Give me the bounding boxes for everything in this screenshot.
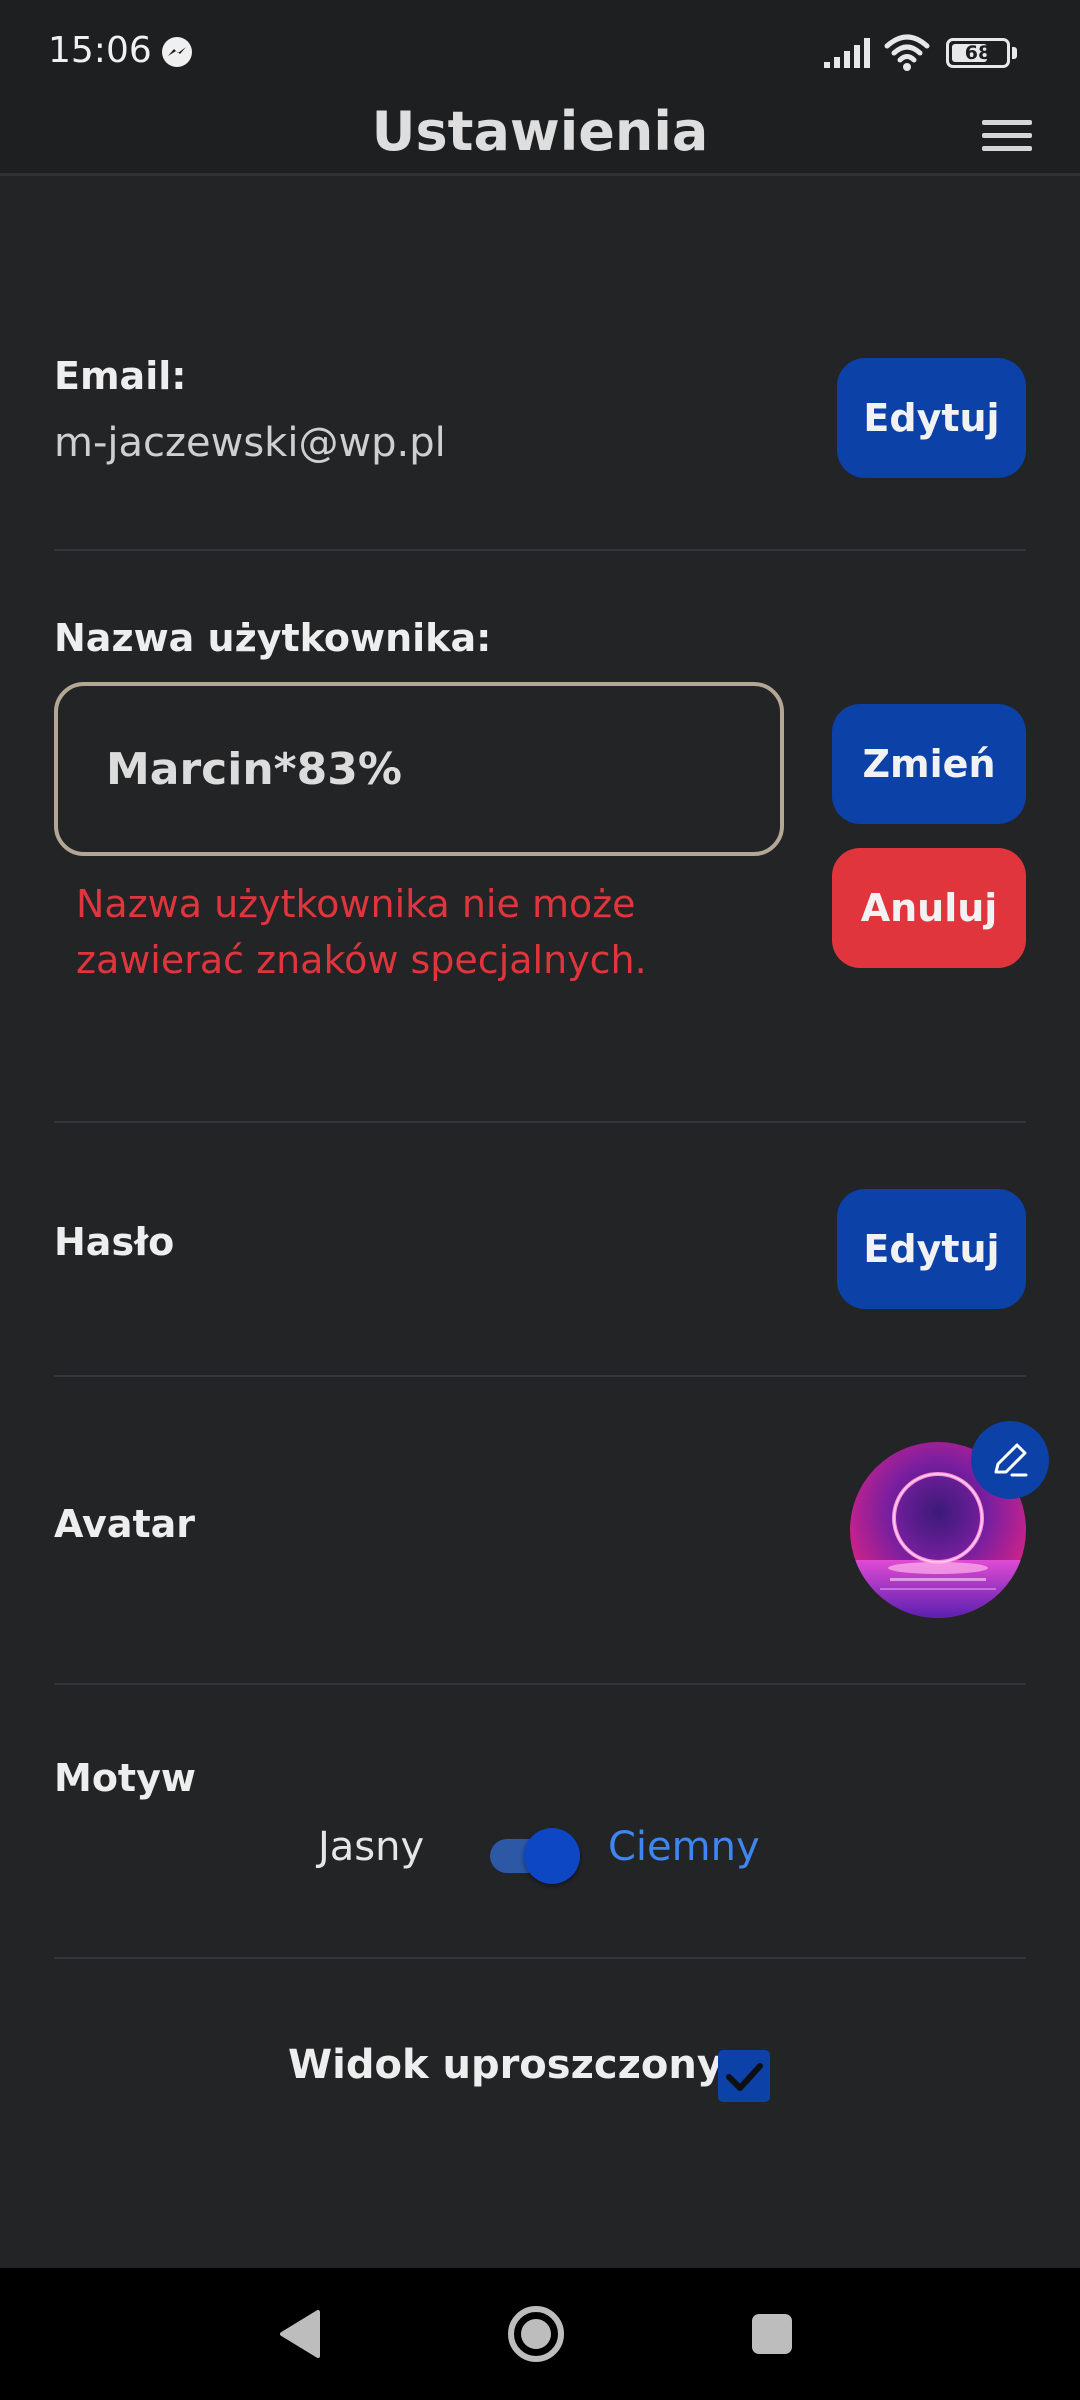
divider (54, 1121, 1026, 1123)
settings-screen: 15:06 68 Ustawienia Email: m-jaczewski@w… (0, 0, 1080, 2400)
signal-icon (824, 38, 870, 68)
avatar-edit-button[interactable] (971, 1421, 1049, 1499)
username-label: Nazwa użytkownika: (54, 616, 492, 660)
username-change-button[interactable]: Zmień (832, 704, 1026, 824)
back-icon[interactable] (276, 2308, 324, 2360)
app-header: Ustawienia (0, 100, 1080, 176)
status-bar: 15:06 68 (0, 0, 1080, 108)
toggle-thumb (524, 1828, 580, 1884)
theme-toggle[interactable] (486, 1826, 580, 1886)
simplified-view-checkbox[interactable] (718, 2050, 770, 2102)
home-icon[interactable] (506, 2304, 566, 2364)
theme-label: Motyw (54, 1756, 196, 1800)
email-value: m-jaczewski@wp.pl (54, 420, 446, 466)
status-time: 15:06 (48, 30, 152, 71)
divider (54, 1957, 1026, 1959)
divider (54, 549, 1026, 551)
theme-light-label[interactable]: Jasny (318, 1824, 424, 1870)
hamburger-menu-icon[interactable] (980, 116, 1034, 156)
password-label: Hasło (54, 1220, 175, 1264)
email-edit-button[interactable]: Edytuj (837, 358, 1026, 478)
avatar-label: Avatar (54, 1502, 196, 1546)
system-nav-bar (0, 2268, 1080, 2400)
battery-percent: 68 (964, 42, 992, 64)
wifi-icon (884, 34, 930, 71)
checkmark-icon (726, 2063, 763, 2091)
battery-icon: 68 (946, 38, 1010, 68)
username-cancel-button[interactable]: Anuluj (832, 848, 1026, 968)
username-input[interactable] (54, 682, 784, 856)
pencil-icon (994, 1443, 1028, 1477)
battery-tip (1012, 47, 1017, 59)
divider (54, 1683, 1026, 1685)
password-edit-button[interactable]: Edytuj (837, 1189, 1026, 1309)
email-label: Email: (54, 354, 187, 398)
page-title: Ustawienia (371, 100, 709, 163)
recent-apps-icon[interactable] (752, 2314, 792, 2354)
divider (54, 1375, 1026, 1377)
simplified-view-label: Widok uproszczony (288, 2042, 723, 2088)
messenger-icon (162, 37, 192, 67)
theme-dark-label[interactable]: Ciemny (608, 1824, 760, 1870)
username-error-message: Nazwa użytkownika nie może zawierać znak… (76, 882, 647, 982)
